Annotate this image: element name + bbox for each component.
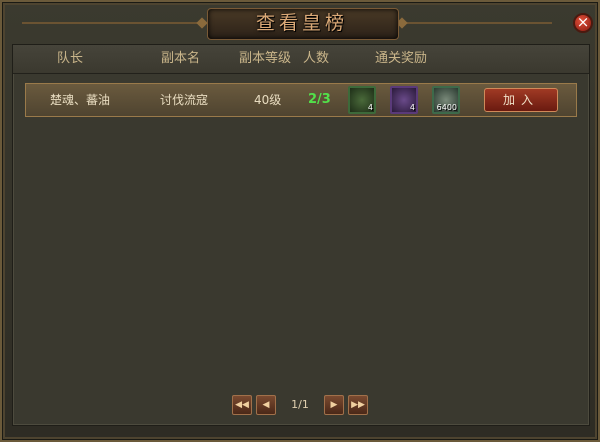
header-level: 副本等级 xyxy=(239,51,292,66)
window-title: 查看皇榜 xyxy=(255,12,348,34)
page-indicator: 1/1 xyxy=(291,398,309,411)
reward-qty: 4 xyxy=(409,103,415,112)
table-header: 队长 副本名 副本等级 人数 通关奖励 xyxy=(13,45,589,74)
header-dungeon: 副本名 xyxy=(161,51,201,66)
first-page-button[interactable]: ◀◀ xyxy=(232,395,252,415)
captain-name: 楚魂、蕃油 xyxy=(50,93,111,107)
horn-icon[interactable]: 4 xyxy=(348,86,376,114)
header-rewards: 通关奖励 xyxy=(375,51,428,66)
title-bar: 查看皇榜 × xyxy=(2,2,598,42)
purple-item-icon[interactable]: 4 xyxy=(390,86,418,114)
player-count: 2/3 xyxy=(308,92,331,107)
dialog-window: 查看皇榜 × 队长 副本名 副本等级 人数 通关奖励 楚魂、蕃油 讨伐流寇 40… xyxy=(0,0,600,442)
title-rule-left xyxy=(22,22,202,24)
prev-page-button[interactable]: ◀ xyxy=(256,395,276,415)
reward-qty: 6400 xyxy=(436,103,457,112)
silver-coin-icon[interactable]: 6400 xyxy=(432,86,460,114)
dungeon-name: 讨伐流寇 xyxy=(160,93,209,107)
dungeon-level: 40级 xyxy=(254,93,282,107)
reward-qty: 4 xyxy=(367,103,373,112)
list-panel: 队长 副本名 副本等级 人数 通关奖励 楚魂、蕃油 讨伐流寇 40级 2/3 4… xyxy=(12,44,590,426)
ornament-icon xyxy=(196,17,208,29)
last-page-button[interactable]: ▶▶ xyxy=(348,395,368,415)
close-button[interactable]: × xyxy=(573,13,593,33)
header-players: 人数 xyxy=(303,51,330,66)
next-page-button[interactable]: ▶ xyxy=(324,395,344,415)
table-row[interactable]: 楚魂、蕃油 讨伐流寇 40级 2/3 4 4 6400 加入 xyxy=(25,83,577,117)
header-captain: 队长 xyxy=(57,51,84,66)
title-rule-right xyxy=(402,22,552,24)
close-icon: × xyxy=(576,13,590,31)
pagination: ◀◀ ◀ 1/1 ▶ ▶▶ xyxy=(232,395,368,415)
join-button[interactable]: 加入 xyxy=(484,88,558,112)
